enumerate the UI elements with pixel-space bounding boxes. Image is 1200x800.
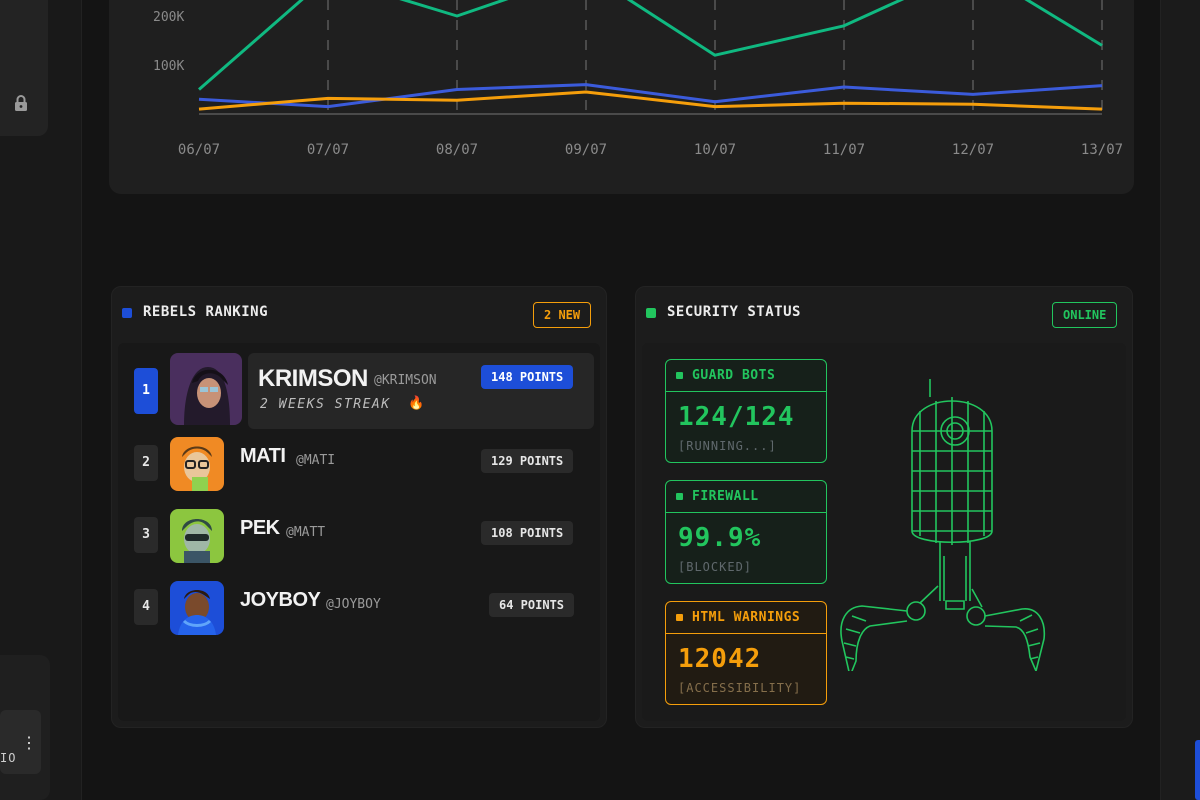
rank-number: 4 xyxy=(134,589,158,625)
right-accent-bar xyxy=(1195,740,1200,800)
card-label: HTML WARNINGS xyxy=(692,610,801,625)
points-badge: 129 POINTS xyxy=(481,449,574,473)
sidebar-user-label: IO xyxy=(0,751,17,765)
new-count-badge: 2 NEW xyxy=(533,302,592,328)
guard-bots-card: GUARD BOTS 124/124 [RUNNING...] xyxy=(665,359,827,463)
player-handle: @MATI xyxy=(296,453,336,468)
card-value: 12042 xyxy=(678,644,762,674)
ranking-indicator-dot xyxy=(122,308,132,318)
ranking-title: REBELS RANKING xyxy=(143,304,269,320)
card-sublabel: [ACCESSIBILITY] xyxy=(678,681,802,695)
y-tick-label: 200K xyxy=(153,10,184,25)
right-column xyxy=(1160,0,1200,800)
card-value: 124/124 xyxy=(678,402,795,432)
status-dot xyxy=(676,372,683,379)
rebels-ranking-panel: REBELS RANKING 2 NEW 1 KRIMSON @KRIMSON … xyxy=(111,286,607,728)
sidebar-nav-card xyxy=(0,0,48,136)
player-name: JOYBOY xyxy=(240,589,321,611)
player-handle: @KRIMSON xyxy=(374,373,437,388)
x-tick-label: 11/07 xyxy=(823,142,865,158)
ranking-row[interactable]: 1 KRIMSON @KRIMSON 2 WEEKS STREAK 🔥 148 … xyxy=(118,353,594,429)
x-tick-label: 08/07 xyxy=(436,142,478,158)
security-indicator-dot xyxy=(646,308,656,318)
card-label: GUARD BOTS xyxy=(692,368,776,383)
y-tick-label: 100K xyxy=(153,59,184,74)
player-handle: @MATT xyxy=(286,525,326,540)
card-header: HTML WARNINGS xyxy=(666,602,826,634)
rank-number: 2 xyxy=(134,445,158,481)
card-sublabel: [RUNNING...] xyxy=(678,439,777,453)
more-options-icon[interactable]: ⋮ xyxy=(21,735,37,751)
online-badge: ONLINE xyxy=(1052,302,1118,328)
status-dot xyxy=(676,493,683,500)
rank-number: 3 xyxy=(134,517,158,553)
activity-line-chart: 100K 200K 06/07 07/07 08/07 09/07 10/07 11/07 12… xyxy=(153,0,1123,158)
avatar xyxy=(170,437,224,491)
robot-wireframe-illustration xyxy=(840,379,1046,671)
x-tick-label: 10/07 xyxy=(694,142,736,158)
rank-number: 1 xyxy=(134,368,158,414)
points-badge: 108 POINTS xyxy=(481,521,574,545)
points-badge: 148 POINTS xyxy=(481,365,574,389)
firewall-card: FIREWALL 99.9% [BLOCKED] xyxy=(665,480,827,584)
html-warnings-card: HTML WARNINGS 12042 [ACCESSIBILITY] xyxy=(665,601,827,705)
avatar xyxy=(170,353,242,425)
sidebar: IO ⋮ xyxy=(0,0,82,800)
x-tick-label: 12/07 xyxy=(952,142,994,158)
fire-icon: 🔥 xyxy=(408,396,425,411)
card-header: GUARD BOTS xyxy=(666,360,826,392)
lock-icon[interactable] xyxy=(12,94,30,112)
player-name: PEK xyxy=(240,517,280,539)
ranking-row[interactable]: 4 JOYBOY @JOYBOY 64 POINTS xyxy=(118,581,588,665)
card-value: 99.9% xyxy=(678,523,762,553)
card-header: FIREWALL xyxy=(666,481,826,513)
player-handle: @JOYBOY xyxy=(326,597,381,612)
card-sublabel: [BLOCKED] xyxy=(678,560,753,574)
streak-text: 2 WEEKS STREAK xyxy=(260,397,391,412)
series-line xyxy=(198,0,1103,91)
security-title: SECURITY STATUS xyxy=(667,304,801,320)
x-tick-label: 07/07 xyxy=(307,142,349,158)
ranking-list: 1 KRIMSON @KRIMSON 2 WEEKS STREAK 🔥 148 … xyxy=(118,343,600,721)
avatar xyxy=(170,581,224,635)
x-tick-label: 06/07 xyxy=(178,142,220,158)
x-tick-label: 13/07 xyxy=(1081,142,1123,158)
player-name: MATI xyxy=(240,445,286,467)
security-status-panel: SECURITY STATUS ONLINE GUARD BOTS 124/12… xyxy=(635,286,1133,728)
card-label: FIREWALL xyxy=(692,489,759,504)
security-header: SECURITY STATUS ONLINE xyxy=(636,287,1132,341)
activity-chart-card: 100K 200K 06/07 07/07 08/07 09/07 10/07 11/07 12… xyxy=(109,0,1134,194)
status-dot xyxy=(676,614,683,621)
points-badge: 64 POINTS xyxy=(489,593,575,617)
avatar xyxy=(170,509,224,563)
ranking-header: REBELS RANKING 2 NEW xyxy=(112,287,606,341)
security-body: GUARD BOTS 124/124 [RUNNING...] FIREWALL… xyxy=(642,343,1126,721)
player-name: KRIMSON xyxy=(258,365,368,392)
x-tick-label: 09/07 xyxy=(565,142,607,158)
